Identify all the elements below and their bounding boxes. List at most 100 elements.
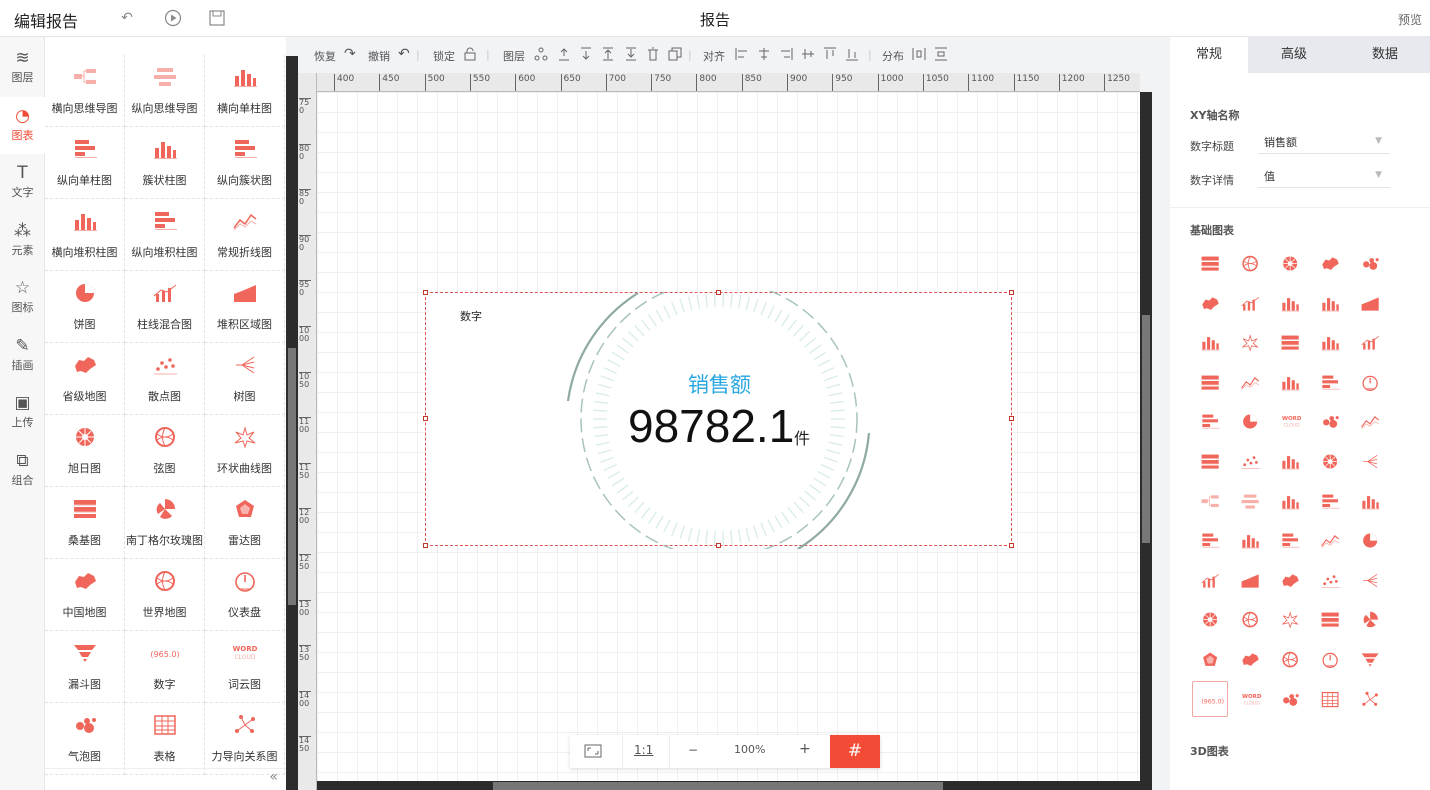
palette-item-ring-curve[interactable]: 环状曲线图 <box>205 415 285 487</box>
chart-type-tile[interactable] <box>1312 245 1348 281</box>
chart-type-tile[interactable] <box>1312 522 1348 558</box>
chart-type-tile[interactable] <box>1272 245 1308 281</box>
zoom-in-button[interactable]: + <box>799 741 811 757</box>
palette-item-sankey[interactable]: 桑基图 <box>45 487 125 559</box>
resize-handle-nw[interactable] <box>423 290 428 295</box>
chart-type-tile[interactable] <box>1232 562 1268 598</box>
chart-type-tile[interactable] <box>1352 245 1388 281</box>
tab-general[interactable]: 常规 <box>1170 37 1248 73</box>
bring-to-front-icon[interactable] <box>601 47 615 64</box>
palette-item-word-cloud[interactable]: WORD CLOUD 词云图 <box>205 631 285 703</box>
palette-item-horizontal-mindmap[interactable]: 横向思维导图 <box>45 55 125 127</box>
align-top-icon[interactable] <box>823 47 837 64</box>
distribute-horizontal-icon[interactable] <box>912 47 926 64</box>
grid-toggle-button[interactable]: # <box>830 735 880 768</box>
chart-type-tile[interactable] <box>1352 483 1388 519</box>
palette-item-stacked-column[interactable]: 横向堆积柱图 <box>45 199 125 271</box>
palette-item-funnel[interactable]: 漏斗图 <box>45 631 125 703</box>
sidebar-item-upload[interactable]: ▣ 上传 <box>0 384 45 441</box>
palette-item-stacked-bar[interactable]: 纵向堆积柱图 <box>125 199 205 271</box>
undo-icon[interactable]: ↶ <box>118 9 136 27</box>
palette-item-bar-chart[interactable]: 纵向单柱图 <box>45 127 125 199</box>
chart-type-tile[interactable] <box>1232 601 1268 637</box>
palette-item-bubble[interactable]: 气泡图 <box>45 703 125 775</box>
chart-type-tile[interactable] <box>1192 285 1228 321</box>
chart-type-tile[interactable] <box>1352 443 1388 479</box>
chart-type-tile[interactable] <box>1272 681 1308 717</box>
align-middle-icon[interactable] <box>801 47 815 64</box>
resize-handle-sw[interactable] <box>423 543 428 548</box>
palette-item-combo-chart[interactable]: 柱线混合图 <box>125 271 205 343</box>
palette-item-vertical-mindmap[interactable]: 纵向思维导图 <box>125 55 205 127</box>
palette-item-number[interactable]: (965.0) 数字 <box>125 631 205 703</box>
palette-item-chord[interactable]: 弦图 <box>125 415 205 487</box>
canvas-scrollbar-thumb[interactable] <box>1142 315 1150 543</box>
chart-type-tile[interactable] <box>1192 324 1228 360</box>
palette-item-radar[interactable]: 雷达图 <box>205 487 285 559</box>
palette-item-table[interactable]: 表格 <box>125 703 205 775</box>
sidebar-item-star[interactable]: ☆ 图标 <box>0 269 45 326</box>
chart-type-tile[interactable] <box>1352 641 1388 677</box>
chart-type-tile[interactable] <box>1272 443 1308 479</box>
canvas-hscroll-thumb[interactable] <box>493 782 943 790</box>
chart-type-tile[interactable] <box>1192 245 1228 281</box>
chart-type-tile[interactable]: WORD CLOUD <box>1232 681 1268 717</box>
chart-type-tile[interactable] <box>1352 403 1388 439</box>
chart-type-tile[interactable] <box>1352 601 1388 637</box>
send-backward-icon[interactable] <box>579 47 593 64</box>
palette-item-sunburst[interactable]: 旭日图 <box>45 415 125 487</box>
play-icon[interactable] <box>164 9 182 27</box>
sidebar-item-palette[interactable]: ✎ 插画 <box>0 327 45 384</box>
palette-item-clustered-bar[interactable]: 纵向簇状图 <box>205 127 285 199</box>
sidebar-item-element[interactable]: ⁂ 元素 <box>0 212 45 269</box>
palette-item-pie-chart[interactable]: 饼图 <box>45 271 125 343</box>
chart-type-tile[interactable] <box>1312 285 1348 321</box>
chart-type-tile[interactable] <box>1272 364 1308 400</box>
chart-type-tile[interactable] <box>1232 403 1268 439</box>
palette-item-column-chart[interactable]: 横向单柱图 <box>205 55 285 127</box>
chart-type-tile[interactable] <box>1312 641 1348 677</box>
chart-type-tile[interactable] <box>1232 285 1268 321</box>
chart-type-tile[interactable] <box>1272 562 1308 598</box>
chart-type-tile[interactable] <box>1192 641 1228 677</box>
chart-type-tile[interactable] <box>1232 364 1268 400</box>
tab-advanced[interactable]: 高级 <box>1248 37 1340 73</box>
sidebar-item-layers[interactable]: ≋ 图层 <box>0 39 45 96</box>
sidebar-item-text[interactable]: T 文字 <box>0 154 45 211</box>
actual-size-button[interactable]: 1:1 <box>634 743 653 757</box>
zoom-out-button[interactable]: − <box>688 743 698 757</box>
chart-type-tile[interactable] <box>1312 403 1348 439</box>
chart-type-tile[interactable]: WORD CLOUD <box>1272 403 1308 439</box>
resize-handle-s[interactable] <box>716 543 721 548</box>
lock-icon[interactable] <box>463 47 477 64</box>
palette-item-gauge[interactable]: 仪表盘 <box>205 559 285 631</box>
resize-handle-e[interactable] <box>1009 416 1014 421</box>
redo-button[interactable]: 恢复 <box>314 48 336 64</box>
palette-item-line-chart[interactable]: 常规折线图 <box>205 199 285 271</box>
chart-type-tile[interactable] <box>1192 601 1228 637</box>
chart-type-tile[interactable] <box>1192 483 1228 519</box>
chart-type-tile[interactable] <box>1272 522 1308 558</box>
chart-type-tile[interactable] <box>1192 443 1228 479</box>
chart-type-tile[interactable] <box>1312 601 1348 637</box>
palette-item-globe[interactable]: 世界地图 <box>125 559 205 631</box>
chart-type-tile[interactable] <box>1352 562 1388 598</box>
sidebar-item-chart[interactable]: ◔ 图表 <box>0 96 45 154</box>
chart-type-tile[interactable] <box>1352 285 1388 321</box>
chart-type-tile[interactable] <box>1232 483 1268 519</box>
palette-item-tree[interactable]: 树图 <box>205 343 285 415</box>
chart-type-tile[interactable] <box>1192 403 1228 439</box>
chart-type-tile[interactable] <box>1192 522 1228 558</box>
palette-item-clustered-column[interactable]: 簇状柱图 <box>125 127 205 199</box>
chart-type-tile[interactable] <box>1192 364 1228 400</box>
redo-icon[interactable]: ↷ <box>344 46 356 62</box>
delete-icon[interactable] <box>646 47 660 64</box>
lock-button[interactable]: 锁定 <box>433 48 455 64</box>
chart-type-tile[interactable] <box>1312 483 1348 519</box>
distribute-vertical-icon[interactable] <box>934 47 948 64</box>
copy-icon[interactable] <box>668 47 682 64</box>
undo-button[interactable]: 撤销 <box>368 48 390 64</box>
number-widget[interactable]: 数字 销售额 98782.1 件 <box>423 290 1014 549</box>
chart-type-tile[interactable] <box>1312 562 1348 598</box>
fit-screen-icon[interactable] <box>584 742 602 763</box>
